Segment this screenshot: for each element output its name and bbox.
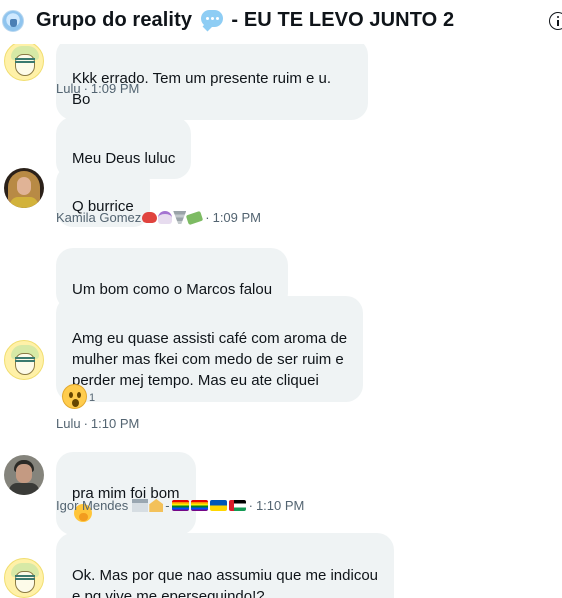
info-icon[interactable] — [549, 12, 562, 30]
avatar-igor-mendes[interactable] — [4, 455, 44, 495]
title-text-start: Grupo do reality — [36, 9, 193, 31]
bank-icon — [132, 499, 149, 512]
sender-name[interactable]: Lulu — [56, 416, 81, 431]
message-bubble[interactable]: pra mim foi bom — [56, 452, 196, 535]
message-meta: Lulu · 1:09 PM — [56, 81, 139, 96]
message-meta: Kamila Gomez · 1:09 PM — [56, 210, 261, 225]
reaction-count: 1 — [89, 391, 96, 404]
conversation-title: Grupo do reality - EU TE LEVO JUNTO 2 — [36, 9, 454, 32]
crab-icon — [142, 212, 158, 223]
sender-name[interactable]: Kamila Gomez — [56, 210, 141, 225]
group-avatar[interactable] — [2, 10, 24, 32]
message-bubble[interactable]: Kkk errado. Tem um presente ruim e u. Bo — [56, 38, 368, 120]
message-time[interactable]: 1:10 PM — [91, 416, 139, 431]
message-text: Ok. Mas por que nao assumiu que me indic… — [72, 567, 378, 598]
tornado-icon — [173, 211, 187, 224]
meta-separator: · — [248, 498, 253, 513]
sender-name[interactable]: Lulu — [56, 81, 81, 96]
message-reaction[interactable]: 1 — [62, 384, 95, 409]
sender-name[interactable]: Igor Mendes — [56, 498, 128, 513]
message-text: Amg eu quase assisti café com aroma de m… — [72, 330, 348, 389]
message-meta: Igor Mendes - · 1:10 PM — [56, 498, 304, 513]
meta-separator: · — [83, 416, 88, 431]
sender-dash: - — [165, 498, 170, 513]
avatar-lulu[interactable] — [4, 41, 44, 81]
message-meta: Lulu · 1:10 PM — [56, 416, 139, 431]
avatar-lulu[interactable] — [4, 340, 44, 380]
avatar-kamila-gomez[interactable] — [4, 168, 44, 208]
title-text-end: - EU TE LEVO JUNTO 2 — [231, 9, 455, 31]
dm-conversation: Grupo do reality - EU TE LEVO JUNTO 2 Kk… — [0, 0, 562, 598]
rainbow-flag-icon — [171, 500, 189, 511]
money-icon — [186, 210, 204, 225]
avatar-lulu[interactable] — [4, 558, 44, 598]
unicorn-icon — [158, 211, 173, 224]
house-icon — [149, 499, 164, 512]
message-time[interactable]: 1:10 PM — [256, 498, 304, 513]
astonished-face-icon — [62, 384, 87, 409]
message-bubble[interactable]: Ok. Mas por que nao assumiu que me indic… — [56, 533, 394, 598]
meta-separator: · — [205, 210, 210, 225]
rainbow-flag-icon — [190, 500, 208, 511]
message-time[interactable]: 1:09 PM — [213, 210, 261, 225]
palestine-flag-icon — [228, 500, 246, 511]
meta-separator: · — [83, 81, 88, 96]
message-time[interactable]: 1:09 PM — [91, 81, 139, 96]
message-bubble[interactable]: Amg eu quase assisti café com aroma de m… — [56, 296, 364, 402]
conversation-header: Grupo do reality - EU TE LEVO JUNTO 2 — [0, 0, 562, 44]
ukraine-flag-icon — [209, 500, 227, 511]
speech-bubble-icon — [200, 10, 223, 27]
